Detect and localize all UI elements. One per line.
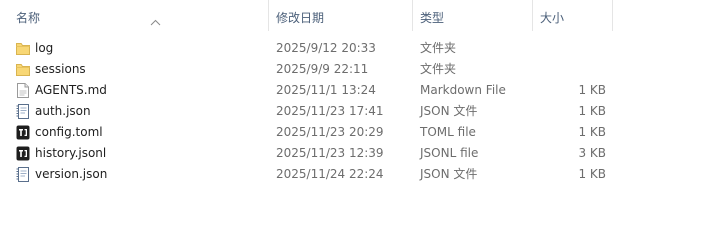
column-header-name-label: 名称	[16, 11, 41, 25]
folder-icon	[16, 41, 30, 56]
column-divider[interactable]	[532, 0, 533, 31]
file-row[interactable]: sessions 2025/9/9 22:11 文件夹	[0, 59, 712, 80]
file-date: 2025/11/23 17:41	[276, 104, 384, 118]
column-header-date[interactable]: 修改日期	[276, 0, 408, 37]
file-name: version.json	[35, 167, 108, 181]
file-size: 1 KB	[578, 125, 606, 139]
file-date: 2025/11/1 13:24	[276, 83, 376, 97]
column-header-date-label: 修改日期	[276, 11, 325, 25]
sort-ascending-icon	[150, 4, 161, 26]
file-name: log	[35, 41, 54, 55]
file-type: JSON 文件	[420, 104, 478, 118]
file-name: config.toml	[35, 125, 103, 139]
file-date: 2025/11/23 12:39	[276, 146, 384, 160]
file-date: 2025/11/24 22:24	[276, 167, 384, 181]
file-type: 文件夹	[420, 62, 457, 76]
column-header-row: 名称 修改日期 类型 大小	[0, 0, 712, 37]
file-name: AGENTS.md	[35, 83, 107, 97]
file-date: 2025/9/9 22:11	[276, 62, 369, 76]
file-row[interactable]: version.json 2025/11/24 22:24 JSON 文件 1 …	[0, 164, 712, 185]
file-list-view: 名称 修改日期 类型 大小 log 2025/9/12 20:33 文件夹 se…	[0, 0, 712, 207]
column-divider[interactable]	[612, 0, 613, 31]
column-divider[interactable]	[412, 0, 413, 31]
file-row[interactable]: config.toml 2025/11/23 20:29 TOML file 1…	[0, 122, 712, 143]
file-date: 2025/11/23 20:29	[276, 125, 384, 139]
file-row[interactable]: history.jsonl 2025/11/23 12:39 JSONL fil…	[0, 143, 712, 164]
file-type: 文件夹	[420, 41, 457, 55]
file-date: 2025/9/12 20:33	[276, 41, 376, 55]
file-type: JSON 文件	[420, 167, 478, 181]
file-type: Markdown File	[420, 83, 506, 97]
file-row[interactable]: AGENTS.md 2025/11/1 13:24 Markdown File …	[0, 80, 712, 101]
file-name: auth.json	[35, 104, 91, 118]
file-size: 1 KB	[578, 83, 606, 97]
column-header-name[interactable]: 名称	[16, 0, 266, 37]
column-header-size[interactable]: 大小	[540, 0, 610, 37]
file-row[interactable]: log 2025/9/12 20:33 文件夹	[0, 38, 712, 59]
file-name: sessions	[35, 62, 86, 76]
column-header-type-label: 类型	[420, 11, 445, 25]
file-size: 3 KB	[578, 146, 606, 160]
file-size	[540, 59, 606, 80]
file-name: history.jsonl	[35, 146, 107, 160]
column-header-size-label: 大小	[540, 11, 565, 25]
jsonl-file-icon	[16, 146, 30, 161]
json-file-icon	[16, 104, 30, 119]
folder-icon	[16, 62, 30, 77]
column-divider[interactable]	[268, 0, 269, 31]
column-header-type[interactable]: 类型	[420, 0, 530, 37]
toml-file-icon	[16, 125, 30, 140]
json-file-icon	[16, 167, 30, 182]
file-size	[540, 38, 606, 59]
file-size: 1 KB	[578, 104, 606, 118]
markdown-file-icon	[16, 83, 30, 98]
file-size: 1 KB	[578, 167, 606, 181]
file-row[interactable]: auth.json 2025/11/23 17:41 JSON 文件 1 KB	[0, 101, 712, 122]
file-type: JSONL file	[420, 146, 479, 160]
file-type: TOML file	[420, 125, 476, 139]
